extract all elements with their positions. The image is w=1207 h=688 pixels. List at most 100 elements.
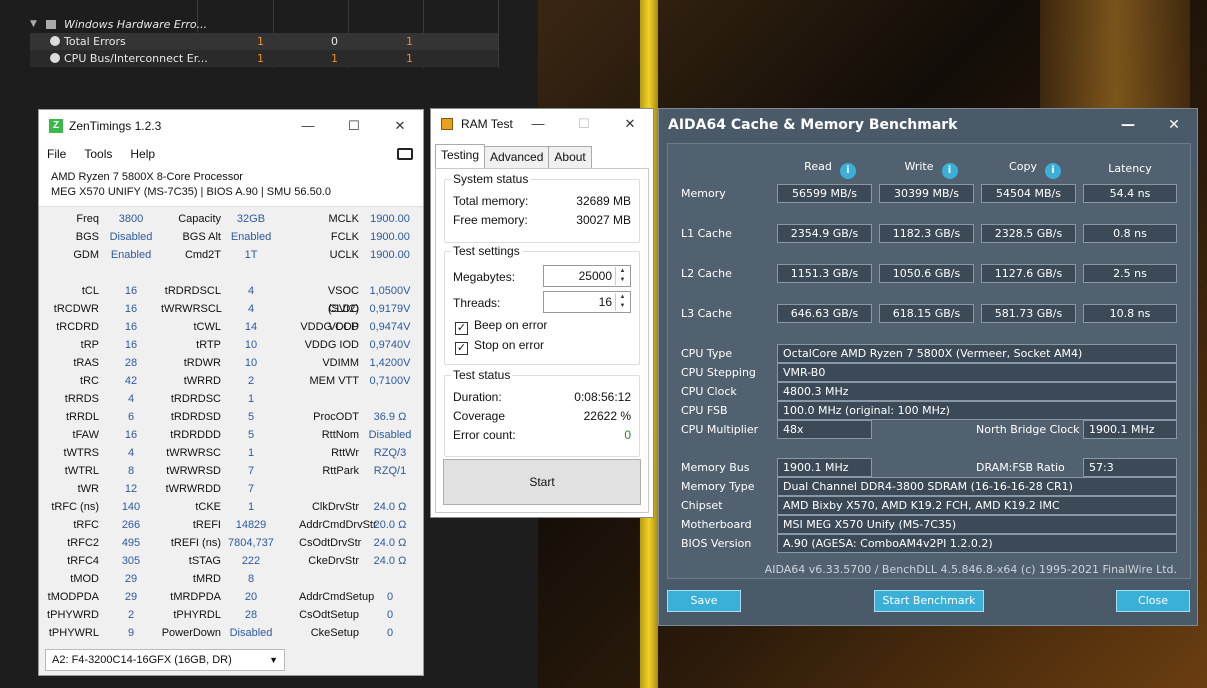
background-cable bbox=[1040, 0, 1190, 110]
group-title: Test settings bbox=[451, 244, 522, 258]
screenshot-camera-icon[interactable] bbox=[397, 148, 413, 160]
free-memory-row: Free memory: 30027 MB bbox=[453, 211, 631, 229]
timing-value: 4 bbox=[127, 447, 135, 459]
system-info: AMD Ryzen 7 5800X 8-Core Processor MEG X… bbox=[39, 166, 423, 207]
table-row[interactable]: CPU Bus/Interconnect Er... 1 1 1 bbox=[30, 50, 498, 67]
minimize-button[interactable]: — bbox=[285, 110, 331, 142]
timing-value: 8 bbox=[127, 465, 135, 477]
cpu-stepping-value: VMR-B0 bbox=[777, 363, 1177, 382]
dram-fsb-value: 57:3 bbox=[1083, 458, 1177, 477]
checkmark-icon[interactable]: ✓ bbox=[455, 322, 468, 335]
cpu-fsb-label: CPU FSB bbox=[681, 404, 728, 417]
chipset-value: AMD Bixby X570, AMD K19.2 FCH, AMD K19.2… bbox=[777, 496, 1177, 515]
timing-value: 29 bbox=[124, 591, 138, 603]
spin-arrows-icon[interactable]: ▲ ▼ bbox=[615, 293, 629, 311]
module-select[interactable]: A2: F4-3200C14-16GFX (16GB, DR) ▼ bbox=[45, 649, 285, 671]
timing-label: tRC bbox=[80, 375, 99, 387]
timing-label: tREFI bbox=[192, 519, 221, 531]
timing-value: 20 bbox=[244, 591, 258, 603]
ramtest-app-icon bbox=[441, 118, 453, 130]
timing-value: Disabled bbox=[229, 627, 273, 639]
timing-value: 14 bbox=[244, 321, 258, 333]
timing-value: 0 bbox=[386, 591, 394, 603]
close-button[interactable]: Close bbox=[1116, 590, 1190, 612]
spin-arrows-icon[interactable]: ▲ ▼ bbox=[615, 267, 629, 285]
title-bar[interactable]: AIDA64 Cache & Memory Benchmark — ✕ bbox=[659, 109, 1197, 141]
timing-label: tWRWRSCL bbox=[161, 303, 222, 315]
timing-value: 20.0 Ω bbox=[373, 519, 407, 531]
test-status-group: Test status Duration: 0:08:56:12 Coverag… bbox=[444, 368, 640, 457]
timing-value: 7 bbox=[247, 465, 255, 477]
timing-label: AddrCmdDrvStr bbox=[299, 519, 377, 531]
memory-read: 56599 MB/s bbox=[777, 184, 872, 203]
header-read: Read i bbox=[783, 160, 877, 179]
info-icon[interactable]: i bbox=[839, 163, 856, 179]
group-title: System status bbox=[451, 172, 531, 186]
timing-label: tWRWRDD bbox=[165, 483, 221, 495]
warning-icon bbox=[46, 20, 56, 29]
cpu-type-label: CPU Type bbox=[681, 347, 733, 360]
close-button[interactable]: ✕ bbox=[607, 109, 653, 139]
close-button[interactable]: ✕ bbox=[1151, 109, 1197, 141]
label: Total memory: bbox=[453, 194, 529, 208]
minimize-button[interactable]: — bbox=[515, 109, 561, 139]
timing-label: tSTAG bbox=[188, 555, 221, 567]
stop-on-error-checkbox[interactable]: ✓ Stop on error bbox=[455, 336, 544, 355]
timing-label: tRCDRD bbox=[56, 321, 99, 333]
board-info: MEG X570 UNIFY (MS-7C35) | BIOS A.90 | S… bbox=[51, 186, 332, 198]
timing-value: 9 bbox=[127, 627, 135, 639]
timing-label: tPHYWRL bbox=[48, 627, 99, 639]
memory-copy: 54504 MB/s bbox=[981, 184, 1076, 203]
collapse-icon[interactable]: ▼ bbox=[30, 16, 37, 33]
tab-about[interactable]: About bbox=[548, 146, 592, 168]
timing-label: tWRWRSD bbox=[166, 465, 221, 477]
timing-value: 32GB bbox=[236, 213, 266, 225]
start-button[interactable]: Start bbox=[443, 459, 641, 505]
megabytes-stepper[interactable]: 25000 ▲ ▼ bbox=[543, 265, 631, 287]
label: Free memory: bbox=[453, 213, 528, 227]
timing-value: 36.9 Ω bbox=[373, 411, 407, 423]
current-value: 1 bbox=[257, 52, 264, 65]
title-bar[interactable]: RAM Test — ☐ ✕ bbox=[431, 109, 653, 139]
timing-label: tMRD bbox=[192, 573, 221, 585]
menu-help[interactable]: Help bbox=[130, 147, 155, 161]
timing-value: Enabled bbox=[110, 249, 152, 261]
menu-tools[interactable]: Tools bbox=[84, 147, 112, 161]
tab-testing[interactable]: Testing bbox=[435, 144, 486, 168]
test-settings-group: Test settings Megabytes: 25000 ▲ ▼ Thread… bbox=[444, 244, 640, 365]
chipset-label: Chipset bbox=[681, 499, 723, 512]
l3-read: 646.63 GB/s bbox=[777, 304, 872, 323]
timing-label: tRDRDSCL bbox=[164, 285, 221, 297]
timing-value: RZQ/3 bbox=[373, 447, 407, 459]
max-value: 1 bbox=[406, 52, 413, 65]
save-button[interactable]: Save bbox=[667, 590, 741, 612]
timing-label: tCL bbox=[81, 285, 99, 297]
timing-value: 4 bbox=[127, 393, 135, 405]
memory-type-value: Dual Channel DDR4-3800 SDRAM (16-16-16-2… bbox=[777, 477, 1177, 496]
timing-label: tFAW bbox=[72, 429, 99, 441]
timing-value: 495 bbox=[121, 537, 141, 549]
menu-file[interactable]: File bbox=[47, 147, 66, 161]
title-bar[interactable]: Z ZenTimings 1.2.3 — ☐ ✕ bbox=[39, 110, 423, 142]
start-benchmark-button[interactable]: Start Benchmark bbox=[874, 590, 984, 612]
cpu-fsb-value: 100.0 MHz (original: 100 MHz) bbox=[777, 401, 1177, 420]
timing-value: 1T bbox=[244, 249, 258, 261]
timing-value: 1 bbox=[247, 501, 255, 513]
info-icon[interactable]: i bbox=[1044, 163, 1061, 179]
megabytes-label: Megabytes: bbox=[453, 270, 516, 284]
beep-on-error-checkbox[interactable]: ✓ Beep on error bbox=[455, 316, 547, 335]
table-row[interactable]: Total Errors 1 0 1 bbox=[30, 33, 498, 50]
info-icon[interactable]: i bbox=[941, 163, 958, 179]
checkmark-icon[interactable]: ✓ bbox=[455, 342, 468, 355]
threads-stepper[interactable]: 16 ▲ ▼ bbox=[543, 291, 631, 313]
close-button[interactable]: ✕ bbox=[377, 110, 423, 142]
maximize-button[interactable]: ☐ bbox=[331, 110, 377, 142]
hwinfo-group-row[interactable]: ▼ Windows Hardware Erro... bbox=[30, 16, 498, 33]
tab-advanced[interactable]: Advanced bbox=[484, 146, 550, 168]
nb-clock-label: North Bridge Clock bbox=[976, 423, 1080, 436]
timing-label: tRAS bbox=[73, 357, 99, 369]
minimize-button[interactable]: — bbox=[1105, 109, 1151, 141]
l3-copy: 581.73 GB/s bbox=[981, 304, 1076, 323]
threads-label: Threads: bbox=[453, 296, 501, 310]
sensor-icon bbox=[50, 53, 60, 63]
